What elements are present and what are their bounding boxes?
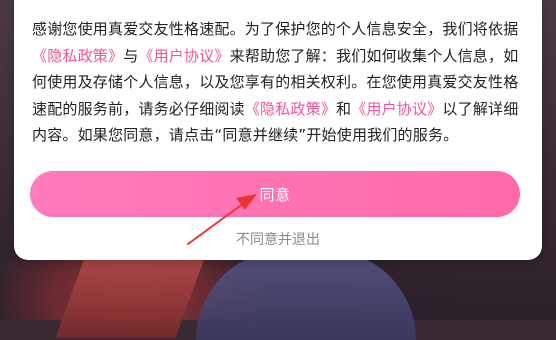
agree-button[interactable]: 同意 — [30, 171, 520, 217]
user-agreement-link-2[interactable]: 《用户协议》 — [351, 100, 442, 118]
disagree-exit-link[interactable]: 不同意并退出 — [14, 229, 542, 249]
privacy-policy-link-2[interactable]: 《隐私政策》 — [245, 100, 336, 118]
privacy-consent-dialog: 感谢您使用真爱交友性格速配。为了保护您的个人信息安全，我们将依据《隐私政策》与《… — [14, 0, 542, 260]
privacy-policy-link[interactable]: 《隐私政策》 — [32, 47, 123, 65]
conjunction-text-2: 和 — [336, 99, 352, 118]
user-agreement-link[interactable]: 《用户协议》 — [138, 47, 229, 65]
conjunction-text: 与 — [123, 46, 139, 65]
policy-text-intro: 感谢您使用真爱交友性格速配。为了保护您的个人信息安全，我们将依据 — [32, 20, 519, 38]
policy-description: 感谢您使用真爱交友性格速配。为了保护您的个人信息安全，我们将依据《隐私政策》与《… — [32, 16, 526, 149]
